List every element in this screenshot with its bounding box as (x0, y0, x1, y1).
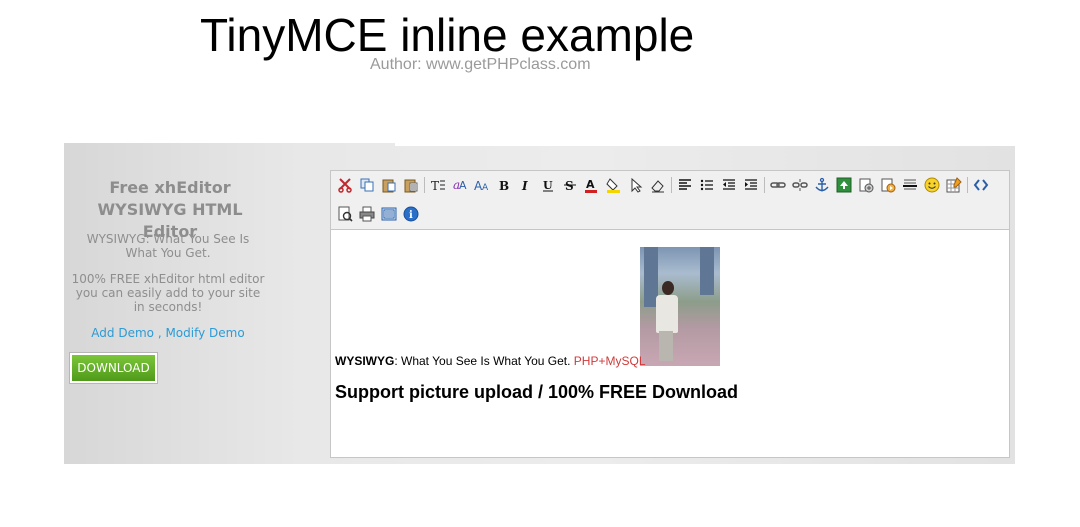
toolbar-separator (424, 177, 425, 193)
download-button[interactable]: DOWNLOAD (70, 353, 157, 383)
list-icon[interactable] (697, 175, 717, 195)
image-icon[interactable] (834, 175, 854, 195)
content-bold-word: WYSIWYG (335, 354, 395, 368)
toolbar-separator (967, 177, 968, 193)
about-icon[interactable]: i (401, 204, 421, 224)
modify-demo-link[interactable]: Modify Demo (165, 326, 244, 340)
photo-person-legs (659, 331, 673, 361)
content-line: WYSIWYG: What You See Is What You Get. P… (335, 354, 646, 368)
add-demo-link[interactable]: Add Demo (91, 326, 154, 340)
svg-text:S: S (565, 179, 574, 193)
toolbar-row-1: T aA AA B I U S A (335, 173, 993, 197)
svg-text:A: A (482, 183, 489, 193)
svg-text:U: U (543, 179, 553, 192)
emoticon-icon[interactable] (922, 175, 942, 195)
sidebar-description: 100% FREE xhEditor html editor you can e… (71, 272, 265, 314)
content-line-text: : What You See Is What You Get. (394, 354, 574, 368)
print-icon[interactable] (357, 204, 377, 224)
font-color-a-icon[interactable]: AA (472, 175, 492, 195)
svg-text:i: i (409, 210, 413, 221)
svg-text:I: I (521, 179, 528, 193)
content-red-text: PHP+MySQL (573, 354, 646, 368)
svg-text:A: A (586, 178, 595, 191)
paste-icon[interactable] (379, 175, 399, 195)
fullscreen-icon[interactable] (379, 204, 399, 224)
paste-text-icon[interactable] (401, 175, 421, 195)
demo-links-separator: , (154, 326, 166, 340)
editor-content[interactable]: WYSIWYG: What You See Is What You Get. P… (331, 230, 1009, 457)
source-icon[interactable] (971, 175, 991, 195)
bold-icon[interactable]: B (494, 175, 514, 195)
unlink-icon[interactable] (790, 175, 810, 195)
editor-showcase-panel: Free xhEditor WYSIWYG HTML Editor WYSIWY… (64, 143, 1015, 464)
page-title: TinyMCE inline example (200, 9, 695, 61)
demo-links: Add Demo , Modify Demo (70, 326, 266, 340)
table-icon[interactable] (944, 175, 964, 195)
photo-background-building (700, 247, 714, 295)
preview-icon[interactable] (335, 204, 355, 224)
toolbar-separator (671, 177, 672, 193)
copy-icon[interactable] (357, 175, 377, 195)
flash-icon[interactable] (856, 175, 876, 195)
horizontal-rule-icon[interactable] (900, 175, 920, 195)
sidebar: Free xhEditor WYSIWYG HTML Editor WYSIWY… (64, 143, 330, 464)
font-size-icon[interactable]: T (428, 175, 448, 195)
italic-icon[interactable]: I (516, 175, 536, 195)
strikethrough-icon[interactable]: S (560, 175, 580, 195)
content-photo (640, 247, 720, 366)
underline-icon[interactable]: U (538, 175, 558, 195)
author-line: Author: www.getPHPclass.com (370, 56, 591, 73)
toolbar-separator (764, 177, 765, 193)
cut-icon[interactable] (335, 175, 355, 195)
panel-top-divider (395, 143, 1015, 146)
link-icon[interactable] (768, 175, 788, 195)
content-heading: Support picture upload / 100% FREE Downl… (335, 382, 739, 402)
background-color-icon[interactable] (604, 175, 624, 195)
svg-text:B: B (499, 179, 509, 193)
media-icon[interactable] (878, 175, 898, 195)
svg-text:A: A (459, 179, 467, 192)
editor-toolbar: T aA AA B I U S A i (331, 171, 1009, 230)
photo-person-head (662, 281, 674, 295)
sidebar-title-line1: Free xhEditor (109, 178, 231, 197)
indent-icon[interactable] (741, 175, 761, 195)
svg-text:T: T (431, 179, 439, 193)
anchor-icon[interactable] (812, 175, 832, 195)
toolbar-row-2: i (335, 202, 423, 226)
sidebar-tagline: WYSIWYG: What You See Is What You Get. (86, 232, 250, 260)
font-family-icon[interactable]: aA (450, 175, 470, 195)
select-icon[interactable] (626, 175, 646, 195)
wysiwyg-editor: T aA AA B I U S A i WYSIWYG: What You Se… (330, 170, 1010, 458)
outdent-icon[interactable] (719, 175, 739, 195)
font-color-icon[interactable]: A (582, 175, 602, 195)
remove-format-icon[interactable] (648, 175, 668, 195)
align-icon[interactable] (675, 175, 695, 195)
photo-person-body (656, 295, 678, 333)
